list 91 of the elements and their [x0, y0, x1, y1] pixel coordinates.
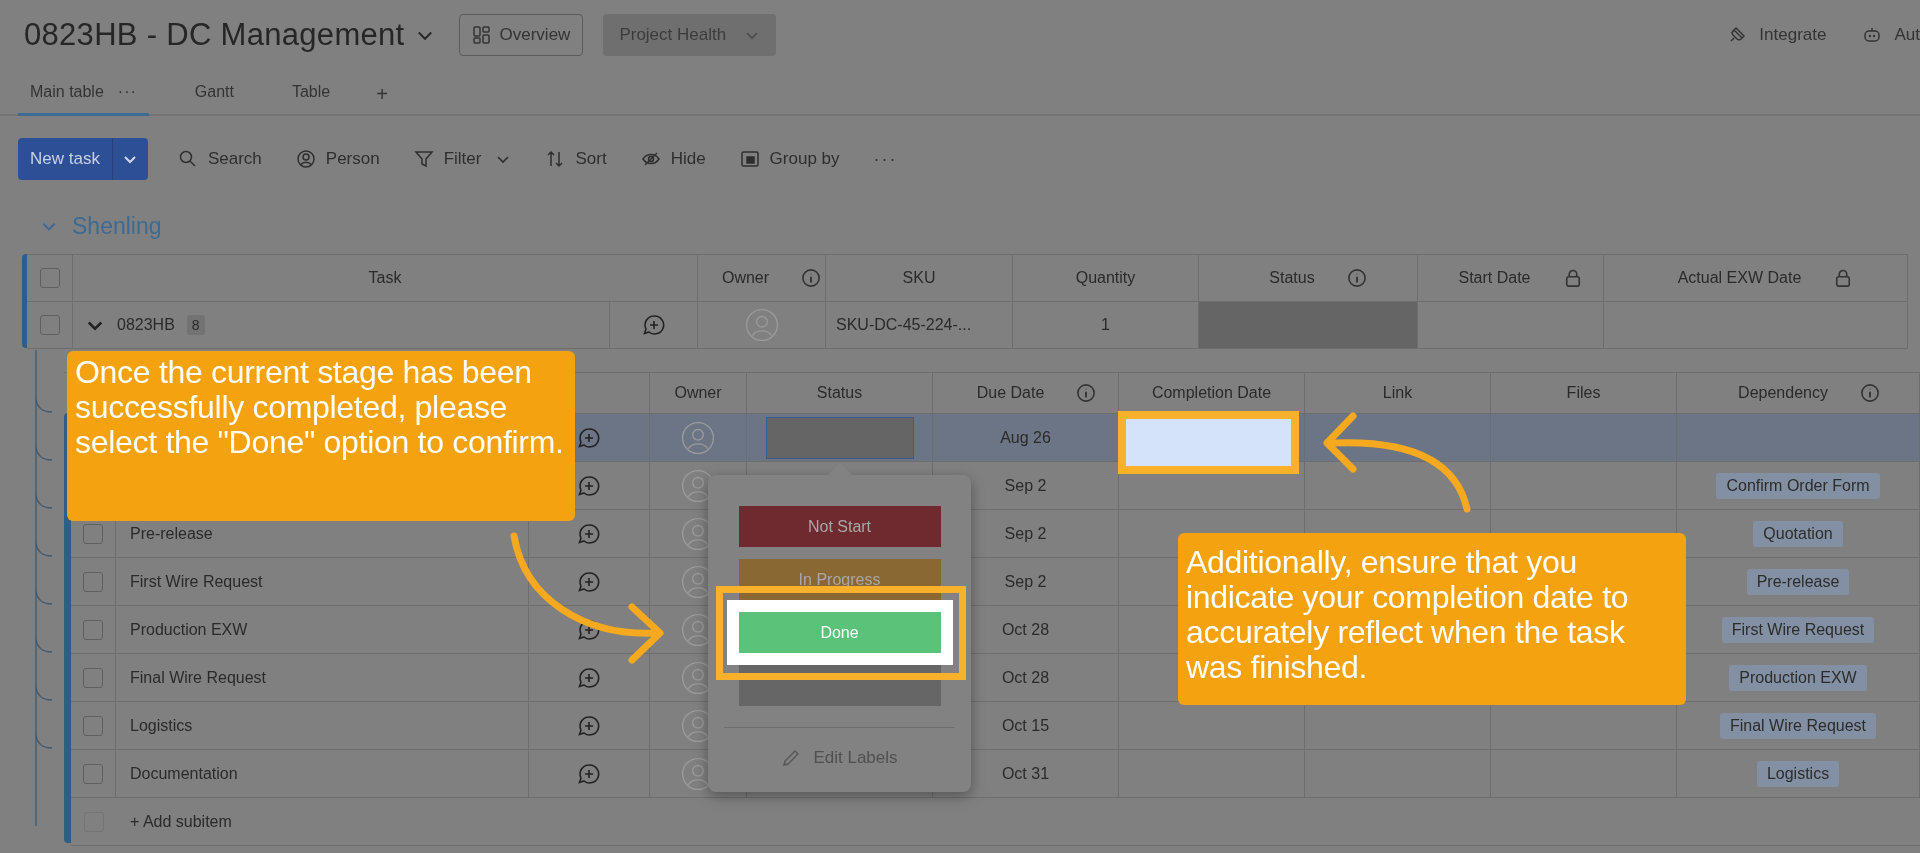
subitem-name: Production EXW	[130, 620, 248, 639]
dependency-tag[interactable]: Production EXW	[1729, 664, 1867, 691]
add-subitem-link[interactable]: + Add subitem	[130, 812, 232, 831]
group-title: Shenling	[72, 212, 162, 240]
info-icon[interactable]	[1076, 383, 1097, 403]
column-header: Files	[1566, 384, 1601, 402]
dependency-tag[interactable]: Logistics	[1756, 760, 1840, 787]
column-header: Completion Date	[1151, 384, 1272, 402]
status-option[interactable]: Not Start	[738, 506, 941, 547]
add-comment-icon[interactable]	[577, 473, 601, 498]
quantity-cell: 1	[1101, 316, 1110, 334]
add-comment-icon[interactable]	[577, 665, 601, 690]
column-header: Task	[73, 255, 698, 302]
checkbox[interactable]	[83, 763, 103, 784]
callout-tooltip: Once the current stage has been successfully completed, please select the "Done" option to confirm.	[67, 351, 575, 521]
group-icon	[739, 149, 760, 169]
subitem-name: First Wire Request	[130, 572, 263, 591]
avatar-icon[interactable]	[744, 308, 779, 342]
subitem-count: 8	[186, 315, 205, 335]
add-comment-icon[interactable]	[577, 713, 601, 738]
hide-button[interactable]: Hide	[640, 149, 706, 169]
checkbox[interactable]	[39, 315, 60, 335]
avatar-icon[interactable]	[681, 420, 715, 455]
search-button[interactable]: Search	[177, 149, 262, 169]
due-date-cell: Oct 15	[1001, 716, 1050, 735]
dependency-tag[interactable]: First Wire Request	[1721, 616, 1875, 643]
sort-button[interactable]: Sort	[545, 149, 607, 169]
info-icon[interactable]	[1346, 268, 1367, 288]
due-date-cell: Sep 2	[1004, 476, 1047, 495]
item-name: 0823HB	[117, 316, 175, 334]
due-date-cell: Aug 26	[1000, 428, 1051, 447]
checkbox[interactable]	[83, 667, 103, 688]
column-header: SKU	[902, 269, 936, 287]
subitem-name: Logistics	[130, 716, 193, 735]
due-date-cell: Oct 28	[1001, 668, 1050, 687]
person-icon	[295, 149, 316, 169]
view-tab[interactable]: Table	[279, 83, 343, 116]
checkbox[interactable]	[83, 715, 103, 736]
info-icon[interactable]	[1859, 383, 1880, 403]
table-cell[interactable]	[1418, 302, 1604, 349]
checkbox[interactable]	[83, 619, 103, 640]
due-date-cell: Oct 28	[1001, 620, 1050, 639]
dependency-tag[interactable]: Quotation	[1753, 520, 1843, 547]
due-date-cell: Sep 2	[1004, 524, 1047, 543]
dependency-tag[interactable]: Final Wire Request	[1719, 712, 1876, 739]
view-tab[interactable]: Gantt	[182, 83, 246, 116]
column-header: Start Date	[1458, 269, 1531, 287]
board-title: 0823HB - DC Management	[24, 17, 405, 53]
add-comment-icon[interactable]	[641, 313, 666, 337]
status-cell[interactable]	[765, 416, 914, 459]
column-header: Actual EXW Date	[1677, 269, 1802, 287]
column-header: Link	[1382, 384, 1413, 402]
column-header: Quantity	[1075, 269, 1136, 287]
checkbox[interactable]	[83, 523, 103, 544]
column-header: Owner	[674, 384, 722, 402]
filter-button[interactable]: Filter	[413, 149, 482, 169]
person-button[interactable]: Person	[295, 149, 380, 169]
more-button[interactable]: ···	[873, 148, 898, 170]
callout-tooltip: Additionally, ensure that you indicate your completion date to accurately reflect when the task was finished.	[1178, 533, 1686, 705]
overview-button[interactable]: Overview	[458, 14, 584, 56]
column-header: Status	[816, 384, 863, 402]
subitem-name: Documentation	[130, 764, 238, 783]
add-view-button[interactable]: +	[376, 83, 388, 114]
robot-icon	[1862, 25, 1883, 45]
add-comment-icon[interactable]	[577, 521, 601, 546]
add-comment-icon[interactable]	[577, 425, 601, 450]
column-header: Due Date	[976, 384, 1045, 402]
checkbox[interactable]	[83, 571, 103, 592]
add-comment-icon[interactable]	[577, 569, 601, 594]
dashboard-icon	[471, 25, 492, 45]
filter-icon	[413, 149, 434, 169]
column-header: Owner	[721, 269, 770, 287]
add-comment-icon[interactable]	[577, 761, 601, 786]
dependency-tag[interactable]: Pre-release	[1746, 568, 1850, 595]
column-header: Dependency	[1738, 384, 1828, 402]
subitem-name: Pre-release	[130, 524, 213, 543]
due-date-cell: Sep 2	[1004, 572, 1047, 591]
sku-cell: SKU-DC-45-224-...	[836, 316, 972, 334]
group-button[interactable]: Group by	[739, 149, 840, 169]
due-date-cell: Oct 31	[1001, 764, 1050, 783]
status-cell[interactable]	[1199, 302, 1418, 349]
search-icon	[177, 149, 198, 169]
dependency-tag[interactable]: Confirm Order Form	[1716, 472, 1880, 499]
info-icon[interactable]	[801, 268, 822, 288]
automate-button[interactable]: Aut	[1862, 25, 1920, 45]
integrate-button[interactable]: Integrate	[1727, 25, 1827, 45]
subitem-name: Final Wire Request	[130, 668, 267, 687]
view-tab[interactable]: Main table ···	[18, 83, 149, 116]
checkbox[interactable]	[39, 268, 60, 288]
column-header: Status	[1269, 269, 1315, 287]
sort-icon	[545, 149, 566, 169]
